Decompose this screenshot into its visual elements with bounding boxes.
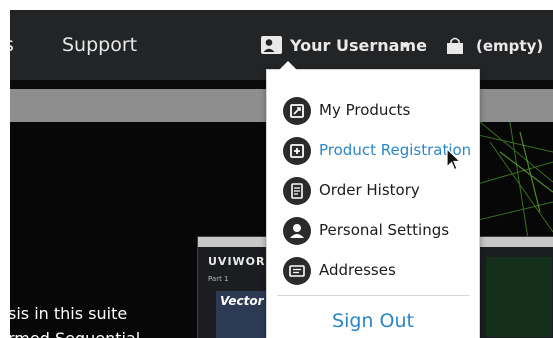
menu-pointer (279, 61, 297, 70)
menu-item-label: Addresses (319, 261, 396, 279)
user-dropdown-menu: My Products Product Registration Order H… (266, 61, 480, 338)
nav-item-partial[interactable]: s (10, 34, 14, 56)
menu-item-my-products[interactable]: My Products (283, 96, 479, 126)
chevron-down-icon[interactable] (401, 43, 409, 48)
menu-item-order-history[interactable]: Order History (283, 176, 479, 206)
bag-icon[interactable] (446, 37, 464, 54)
app-part-label: Part 1 (208, 275, 229, 283)
menu-item-label: Order History (319, 181, 420, 199)
cart-status[interactable]: (empty) (476, 37, 543, 55)
app-right-panel (486, 257, 552, 337)
address-card-icon (283, 257, 311, 285)
menu-item-label: Personal Settings (319, 221, 450, 239)
sign-out-link[interactable]: Sign Out (267, 310, 479, 332)
person-icon (283, 217, 311, 245)
hero-text-line-1: sis in this suite (10, 304, 128, 323)
user-icon[interactable] (261, 36, 282, 54)
screenshot-frame: s Support Your Username (empty) (10, 10, 553, 338)
nav-support-link[interactable]: Support (62, 34, 137, 56)
product-registration-icon (283, 137, 311, 165)
order-history-icon (283, 177, 311, 205)
hero-text-line-2: rmed Sequential (10, 329, 140, 338)
mouse-cursor-icon (446, 148, 462, 171)
my-products-icon (283, 97, 311, 125)
menu-divider (277, 295, 469, 296)
menu-item-label: My Products (319, 101, 411, 119)
menu-item-personal-settings[interactable]: Personal Settings (283, 216, 479, 246)
menu-item-addresses[interactable]: Addresses (283, 256, 479, 286)
